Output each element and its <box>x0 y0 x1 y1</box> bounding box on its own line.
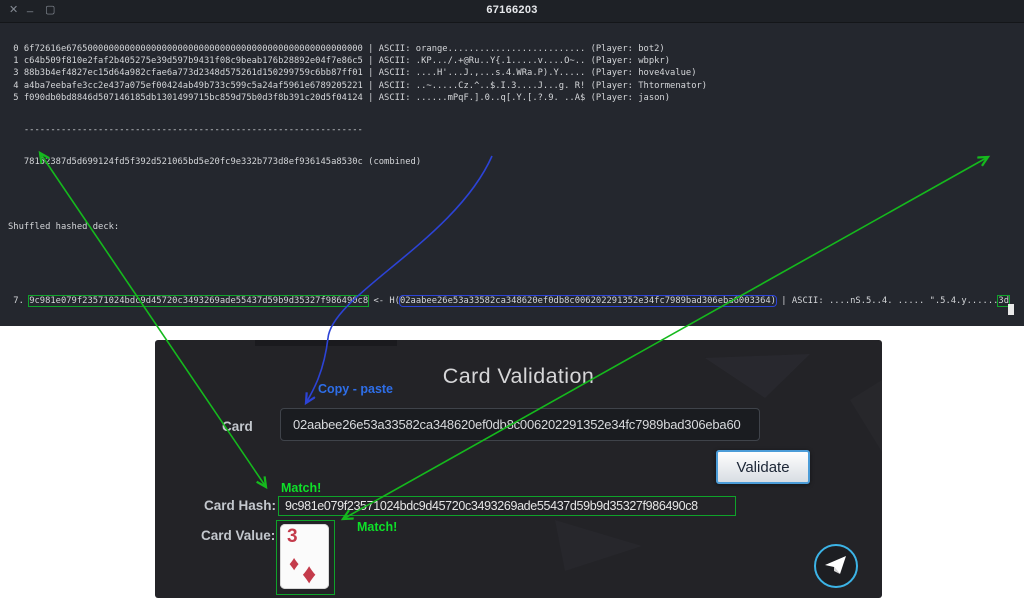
player-hash-lines: 0 6f72616e676500000000000000000000000000… <box>8 43 1024 104</box>
copy-paste-label: Copy - paste <box>318 382 393 396</box>
match-hash-label: Match! <box>281 481 321 495</box>
card-hash-label: Card Hash: <box>204 498 276 513</box>
player-hash-line: 5 f090db0bd8846d507146185db1301499715bc8… <box>8 92 1024 104</box>
card-rank: 3 <box>287 526 298 548</box>
terminal-window: ✕ _ ▢ 67166203 0 6f72616e676500000000000… <box>0 0 1024 326</box>
ascii-text: ....nS.5..4. ..... ".5.4.y...... <box>829 296 998 306</box>
window-title: 67166203 <box>0 4 1024 16</box>
deck-line-number: 7. <box>8 296 29 306</box>
paper-plane-icon <box>825 556 847 576</box>
player-hash-line: 1 c64b509f810e2faf2b405275e39d597b9431f0… <box>8 55 1024 67</box>
matched-hash-highlight: 9c981e079f23571024bdc9d45720c3493269ade5… <box>29 296 368 306</box>
separator-line: ----------------------------------------… <box>8 124 1024 136</box>
card-label: Card <box>222 419 253 434</box>
card-hash-value: 9c981e079f23571024bdc9d45720c3493269ade5… <box>278 496 736 516</box>
card-value-label: Card Value: <box>201 528 275 543</box>
card-validation-panel: Card Validation Copy - paste Card Valida… <box>155 340 882 598</box>
terminal-titlebar: ✕ _ ▢ 67166203 <box>0 0 1024 23</box>
card-code-highlight: 02aabee26e53a33582ca348620ef0db8c0062022… <box>400 296 776 306</box>
screenshot-stage: ✕ _ ▢ 67166203 0 6f72616e676500000000000… <box>0 0 1024 602</box>
terminal-cursor <box>1008 304 1014 315</box>
card-image-highlight: 3 ♦ ♦ <box>276 520 335 595</box>
deck-line-7: 7. 9c981e079f23571024bdc9d45720c3493269a… <box>8 295 1024 307</box>
playing-card-3-of-diamonds: 3 ♦ ♦ <box>280 524 329 589</box>
diamond-suit-icon: ♦ <box>289 554 299 574</box>
deck-heading: Shuffled hashed deck: <box>8 221 1024 233</box>
telegram-share-button[interactable] <box>814 544 858 588</box>
diamond-suit-icon: ♦ <box>302 560 316 588</box>
deck-lines: 7. 9c981e079f23571024bdc9d45720c3493269a… <box>8 265 1024 326</box>
ascii-glue: | ASCII: <box>776 296 829 306</box>
player-hash-line: 3 88b3b4ef4827ec15d64a982cfae6a773d2348d… <box>8 67 1024 79</box>
combined-hash-line: 78152387d5d699124fd5f392d521065bd5e20fc9… <box>8 156 1024 168</box>
player-hash-line: 4 a4ba7eebafe3cc2e437a075ef00424ab49b733… <box>8 80 1024 92</box>
terminal-output: 0 6f72616e676500000000000000000000000000… <box>8 23 1024 326</box>
blank-line <box>8 188 1024 200</box>
match-card-label: Match! <box>357 520 397 534</box>
panel-title: Card Validation <box>155 364 882 389</box>
validate-button[interactable]: Validate <box>716 450 810 484</box>
arrow-glue: <- H( <box>368 296 400 306</box>
card-input[interactable] <box>280 408 760 441</box>
player-hash-line: 0 6f72616e676500000000000000000000000000… <box>8 43 1024 55</box>
